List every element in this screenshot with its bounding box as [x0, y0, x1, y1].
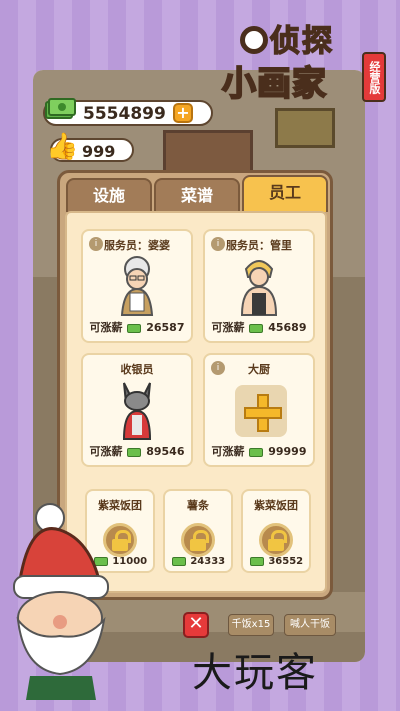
staff-title: 服务员：管里: [226, 239, 292, 252]
staff-card-grandma[interactable]: i 服务员：婆婆 可涨薪 26587: [81, 229, 193, 343]
locked-item-3[interactable]: 紫菜饭团 36552: [241, 489, 311, 573]
cash-icon: [127, 323, 142, 333]
locked-item-2[interactable]: 薯条 24333: [163, 489, 233, 573]
tab-staff[interactable]: 员工: [242, 175, 328, 212]
cash-icon: [249, 447, 264, 457]
salary-value: 26587: [146, 321, 185, 334]
call-to-eat-button[interactable]: 喊人干饭: [284, 614, 336, 636]
salary-value: 89546: [146, 445, 185, 458]
cash-icon: [249, 556, 264, 566]
locked-cost: 24333: [190, 556, 226, 567]
logo-tag: 经营版: [362, 52, 386, 102]
likes-value: 999: [82, 142, 116, 161]
locked-title: 紫菜饭团: [254, 499, 298, 512]
locked-cost: 36552: [268, 556, 304, 567]
thumbs-up-icon: 👍: [46, 132, 79, 162]
cash-icon: [171, 556, 186, 566]
hire-plus-icon[interactable]: [235, 385, 287, 437]
staff-card-butler[interactable]: i 服务员：管里 可涨薪 45689: [203, 229, 315, 343]
lock-icon: [181, 523, 215, 557]
logo-line2: 小画家: [221, 63, 327, 105]
santa-character: [13, 503, 109, 700]
cash-bar: 5554899 +: [43, 98, 213, 126]
salary-row: 可涨薪 89546: [83, 443, 191, 459]
cash-icon: [45, 98, 76, 119]
salary-row: 可涨薪 26587: [83, 319, 191, 335]
cash-value: 5554899: [83, 104, 166, 124]
wolf-character: [122, 382, 152, 440]
staff-title: 收银员: [120, 363, 154, 376]
wall-board: [275, 108, 335, 148]
salary-value: 45689: [268, 321, 307, 334]
salary-row: 可涨薪 45689: [205, 319, 313, 335]
grandma-character: [120, 256, 154, 316]
salary-value: 99999: [268, 445, 307, 458]
tab-recipes[interactable]: 菜谱: [154, 178, 240, 212]
tab-facilities[interactable]: 设施: [66, 178, 152, 212]
lock-icon: [259, 523, 293, 557]
watermark: 大玩客: [192, 650, 318, 696]
butler-character: [240, 260, 278, 316]
cash-icon: [127, 447, 142, 457]
cash-icon: [249, 323, 264, 333]
staff-title: 大厨: [248, 363, 270, 376]
salary-label: 可涨薪: [211, 321, 245, 334]
locked-cost-row: 36552: [243, 556, 309, 567]
logo-line1: 侦探: [269, 23, 334, 60]
magnifier-icon: [240, 26, 268, 54]
add-cash-button[interactable]: +: [173, 103, 193, 123]
staff-card-cashier[interactable]: 收银员 可涨薪 89546: [81, 353, 193, 467]
salary-row: 可涨薪 99999: [205, 443, 313, 459]
locked-title: 薯条: [187, 499, 209, 512]
game-logo: 侦探 小画家 经营版: [218, 12, 390, 108]
likes-bar: 👍 999: [46, 132, 134, 162]
staff-title: 服务员：婆婆: [104, 239, 170, 252]
salary-label: 可涨薪: [89, 321, 123, 334]
close-button[interactable]: ✕: [183, 612, 209, 638]
staff-card-chef[interactable]: i 大厨 可涨薪 99999: [203, 353, 315, 467]
locked-cost-row: 24333: [165, 556, 231, 567]
salary-label: 可涨薪: [211, 445, 245, 458]
salary-label: 可涨薪: [89, 445, 123, 458]
eat-x15-button[interactable]: 千饭x15: [228, 614, 274, 636]
